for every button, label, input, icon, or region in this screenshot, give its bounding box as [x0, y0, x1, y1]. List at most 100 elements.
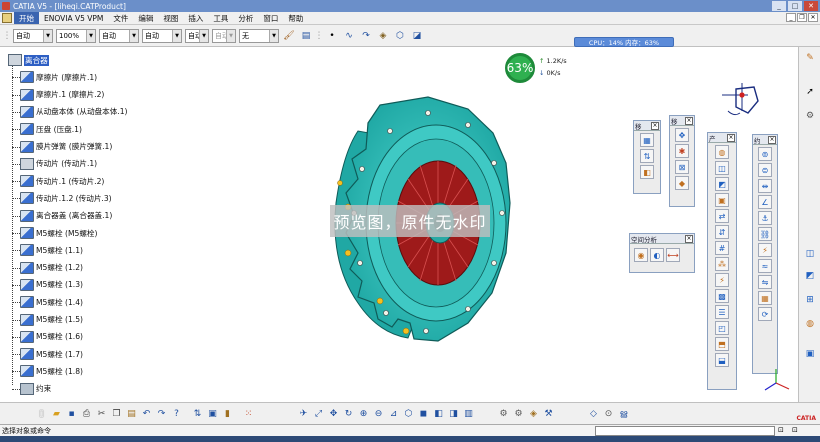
transparency-combo[interactable]: 100% ▼ [56, 28, 96, 43]
zoom-out-icon[interactable]: ⊖ [371, 407, 386, 421]
menu-insert[interactable]: 插入 [183, 12, 208, 24]
eraser-icon[interactable]: ◇ [586, 407, 601, 421]
undo-icon[interactable]: ↶ [139, 407, 154, 421]
close-button[interactable]: ✕ [804, 1, 818, 11]
clash-button[interactable]: ⊠ [675, 160, 689, 174]
close-icon[interactable]: × [768, 135, 776, 144]
snapshot-icon[interactable]: ⊙ [601, 407, 616, 421]
tree-node[interactable]: 摩擦片.1 (摩擦片.2) [20, 88, 104, 102]
sketch-icon[interactable]: ↷ [359, 29, 373, 43]
save-icon[interactable]: ▪ [64, 407, 79, 421]
move-button[interactable]: ⇅ [640, 149, 654, 163]
reorder-button[interactable]: ⇵ [715, 225, 729, 239]
tree-node[interactable]: 离合器盖 (离合器盖.1) [20, 209, 112, 223]
menu-file[interactable]: 文件 [108, 12, 133, 24]
update-button[interactable]: ⟳ [758, 307, 772, 321]
open-icon[interactable]: ▰ [49, 407, 64, 421]
3d-viewport[interactable]: 离合器 摩擦片 (摩擦片.1) 摩擦片.1 (摩擦片.2) 从动盘本体 (从动盘本体.… [0, 47, 798, 402]
minimize-button[interactable]: _ [772, 1, 786, 11]
tree-node[interactable]: 膜片弹簧 (膜片弹簧.1) [20, 140, 112, 154]
insert-button[interactable]: ⚙ [802, 109, 818, 123]
status-icon-b[interactable]: ⊡ [792, 426, 803, 435]
update-icon[interactable]: ⇅ [190, 407, 205, 421]
menu-start[interactable]: 开始 [14, 12, 39, 24]
catalog-icon[interactable]: ⚙ [496, 407, 511, 421]
doc-close-icon[interactable]: ✕ [808, 13, 818, 22]
redo-icon[interactable]: ↷ [154, 407, 169, 421]
sketch-tool-button[interactable]: ✎ [802, 51, 818, 65]
existing-component-button[interactable]: ▣ [715, 193, 729, 207]
tree-node[interactable]: M5螺栓 (1.7) [20, 347, 83, 361]
properties-icon[interactable]: ▤ [299, 29, 313, 43]
menu-help[interactable]: 帮助 [283, 12, 308, 24]
tool-d-button[interactable]: ◍ [802, 317, 818, 331]
tree-node[interactable]: M5螺栓 (1.4) [20, 295, 83, 309]
gear-settings-icon[interactable]: ⚙ [511, 407, 526, 421]
angle-button[interactable]: ∠ [758, 195, 772, 209]
snap-button[interactable]: ◧ [640, 165, 654, 179]
cube-view-icon[interactable]: ⬡ [393, 29, 407, 43]
iso-view-icon[interactable]: ⬡ [401, 407, 416, 421]
point-symbol-combo[interactable]: 自动 ▼ [185, 28, 209, 43]
command-input[interactable] [595, 425, 775, 436]
swap-space-icon[interactable]: ◨ [446, 407, 461, 421]
tool-a-button[interactable]: ◫ [802, 247, 818, 261]
paste-icon[interactable]: ▤ [124, 407, 139, 421]
copy-icon[interactable]: ❐ [109, 407, 124, 421]
maximize-button[interactable]: □ [788, 1, 802, 11]
offset-button[interactable]: ⇹ [758, 179, 772, 193]
fix-button[interactable]: ⚓ [758, 211, 772, 225]
quick-constraint-button[interactable]: ⚡ [758, 243, 772, 257]
menu-analyze[interactable]: 分析 [233, 12, 258, 24]
new-part-button[interactable]: ◩ [715, 177, 729, 191]
tools-icon[interactable]: ⚒ [541, 407, 556, 421]
explode-button[interactable]: ✱ [675, 144, 689, 158]
status-icon-a[interactable]: ⊡ [778, 426, 789, 435]
swirl-icon[interactable]: ൠ [616, 407, 631, 421]
constraint-pattern-button[interactable]: ▦ [758, 291, 772, 305]
line-type-combo[interactable]: 自动 ▼ [142, 28, 182, 43]
multi-instantiate-button[interactable]: ⁂ [715, 257, 729, 271]
fly-icon[interactable]: ✈ [296, 407, 311, 421]
tree-node[interactable]: M5螺栓 (1.2) [20, 261, 83, 275]
tree-node[interactable]: 从动盘本体 (从动盘本体.1) [20, 105, 128, 119]
fix-together-button[interactable]: ⛓ [758, 227, 772, 241]
bottle-icon[interactable]: ▮ [220, 407, 235, 421]
tool-c-button[interactable]: ⊞ [802, 293, 818, 307]
tree-node[interactable]: M5螺栓 (1.3) [20, 278, 83, 292]
sectioning-button[interactable]: ◐ [650, 248, 664, 262]
format-painter-icon[interactable]: 🖌 [282, 29, 296, 43]
render-icon[interactable]: ◪ [410, 29, 424, 43]
tree-node[interactable]: M5螺栓 (M5螺栓) [20, 226, 97, 240]
pan-icon[interactable]: ✥ [326, 407, 341, 421]
contact-button[interactable]: ⊜ [758, 163, 772, 177]
normal-view-icon[interactable]: ⊿ [386, 407, 401, 421]
replace-button[interactable]: ⇄ [715, 209, 729, 223]
publish-button[interactable]: ⬒ [715, 337, 729, 351]
close-icon[interactable]: × [727, 133, 735, 142]
doc-restore-icon[interactable]: ❐ [797, 13, 807, 22]
smart-move-button[interactable]: ◆ [675, 176, 689, 190]
menu-enovia[interactable]: ENOVIA V5 VPM [39, 12, 108, 24]
close-icon[interactable]: × [685, 234, 693, 243]
menu-tools[interactable]: 工具 [208, 12, 233, 24]
tree-node[interactable]: M5螺栓 (1.5) [20, 313, 83, 327]
tree-node[interactable]: 传动片.1 (传动片.2) [20, 174, 104, 188]
menu-window[interactable]: 窗口 [258, 12, 283, 24]
close-icon[interactable]: × [685, 116, 693, 125]
color-combo[interactable]: 自动 ▼ [13, 28, 53, 43]
tool-e-button[interactable]: ▣ [802, 347, 818, 361]
rotate-icon[interactable]: ↻ [341, 407, 356, 421]
bill-button[interactable]: ☰ [715, 305, 729, 319]
grid-icon[interactable]: ⁙ [241, 407, 256, 421]
doc-minimize-icon[interactable]: _ [786, 13, 796, 22]
tree-node[interactable]: M5螺栓 (1.6) [20, 330, 83, 344]
zoom-in-icon[interactable]: ⊕ [356, 407, 371, 421]
select-button[interactable]: ➚ [802, 85, 818, 99]
fast-instantiate-button[interactable]: ⚡ [715, 273, 729, 287]
manipulate-button[interactable]: ✥ [675, 128, 689, 142]
coincidence-button[interactable]: ⊚ [758, 147, 772, 161]
distance-button[interactable]: ⟷ [666, 248, 680, 262]
close-icon[interactable]: × [651, 121, 659, 130]
menu-edit[interactable]: 编辑 [133, 12, 158, 24]
